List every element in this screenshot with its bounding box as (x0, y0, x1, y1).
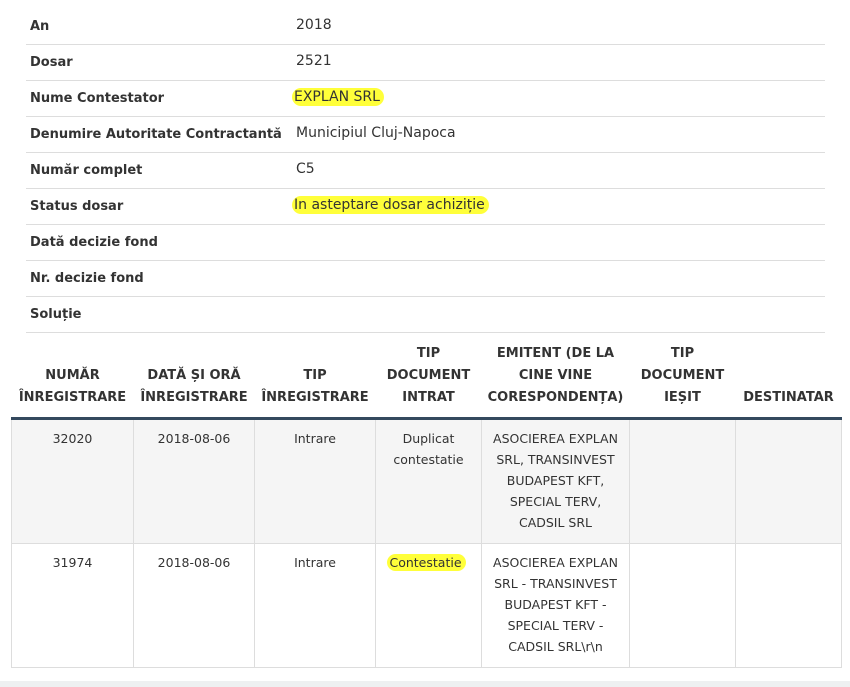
table-header-row: NUMĂR ÎNREGISTRARE DATĂ ȘI ORĂ ÎNREGISTR… (11, 334, 842, 420)
registrations-table: NUMĂR ÎNREGISTRARE DATĂ ȘI ORĂ ÎNREGISTR… (11, 334, 842, 668)
detail-label: Nume Contestator (30, 91, 165, 106)
detail-row-autoritate: Denumire Autoritate Contractantă Municip… (26, 117, 825, 153)
case-details: An 2018 Dosar 2521 Nume Contestator EXPL… (26, 9, 825, 333)
detail-row-nume-contestator: Nume Contestator EXPLAN SRL (26, 81, 825, 117)
detail-row-nr-decizie: Nr. decizie fond (26, 261, 825, 297)
cell-tip-inregistrare: Intrare (254, 543, 376, 668)
cell-data: 2018-08-06 (133, 543, 255, 668)
detail-value: 2521 (296, 53, 332, 69)
cell-numar: 31974 (11, 543, 134, 668)
column-header-data[interactable]: DATĂ ȘI ORĂ ÎNREGISTRARE (133, 334, 255, 420)
column-header-emitent[interactable]: EMITENT (DE LA CINE VINE CORESPONDENȚA) (481, 334, 630, 420)
detail-value: Municipiul Cluj-Napoca (296, 125, 456, 141)
detail-label: Nr. decizie fond (30, 271, 144, 286)
column-header-tip-inregistrare[interactable]: TIP ÎNREGISTRARE (254, 334, 376, 420)
cell-emitent: ASOCIEREA EXPLAN SRL - TRANSINVEST BUDAP… (481, 543, 630, 668)
cell-tip-inregistrare: Intrare (254, 418, 376, 544)
column-header-tip-document-iesit[interactable]: TIP DOCUMENT IEȘIT (629, 334, 736, 420)
cell-tip-document-intrat: Duplicat contestatie (375, 418, 482, 544)
detail-row-status: Status dosar In asteptare dosar achiziți… (26, 189, 825, 225)
detail-row-dosar: Dosar 2521 (26, 45, 825, 81)
cell-data: 2018-08-06 (133, 418, 255, 544)
column-header-numar[interactable]: NUMĂR ÎNREGISTRARE (11, 334, 134, 420)
detail-row-numar-complet: Număr complet C5 (26, 153, 825, 189)
detail-label: Soluție (30, 307, 82, 322)
cell-emitent: ASOCIEREA EXPLAN SRL, TRANSINVEST BUDAPE… (481, 418, 630, 544)
detail-row-data-decizie: Dată decizie fond (26, 225, 825, 261)
cell-tip-document-iesit (629, 418, 736, 544)
highlighted-value: Contestatie (387, 554, 466, 571)
footer-bar (0, 681, 850, 687)
detail-label: Status dosar (30, 199, 124, 214)
table-row: 32020 2018-08-06 Intrare Duplicat contes… (11, 418, 842, 544)
cell-tip-document-intrat: Contestatie (375, 543, 482, 668)
detail-value-wrap: EXPLAN SRL (292, 88, 384, 106)
detail-label: Dosar (30, 55, 73, 70)
detail-label: Număr complet (30, 163, 143, 178)
detail-label: Denumire Autoritate Contractantă (30, 127, 282, 142)
column-header-destinatar[interactable]: DESTINATAR (735, 334, 842, 420)
cell-destinatar (735, 543, 842, 668)
detail-value: EXPLAN SRL (292, 88, 384, 106)
detail-row-solutie: Soluție (26, 297, 825, 333)
detail-value: 2018 (296, 17, 332, 33)
cell-numar: 32020 (11, 418, 134, 544)
detail-value: C5 (296, 161, 315, 177)
cell-tip-document-iesit (629, 543, 736, 668)
detail-value: In asteptare dosar achiziție (292, 196, 489, 214)
table-row: 31974 2018-08-06 Intrare Contestatie ASO… (11, 543, 842, 668)
detail-label: An (30, 19, 50, 34)
detail-row-an: An 2018 (26, 9, 825, 45)
cell-destinatar (735, 418, 842, 544)
column-header-tip-document-intrat[interactable]: TIP DOCUMENT INTRAT (375, 334, 482, 420)
detail-value-wrap: In asteptare dosar achiziție (292, 196, 489, 214)
detail-label: Dată decizie fond (30, 235, 158, 250)
